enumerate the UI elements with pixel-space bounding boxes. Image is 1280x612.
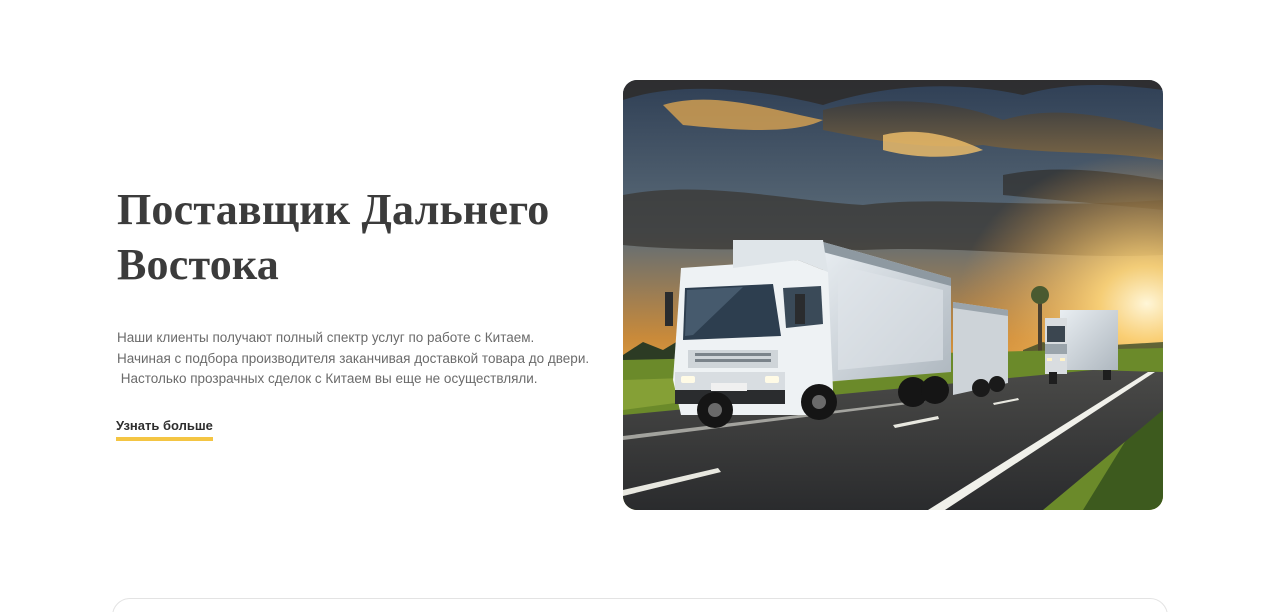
hero-description: Наши клиенты получают полный спектр услу…	[117, 328, 597, 390]
page: Поставщик Дальнего Востока Наши клиенты …	[0, 0, 1280, 612]
learn-more-link[interactable]: Узнать больше	[116, 418, 213, 441]
trucks-sunset-illustration	[623, 80, 1163, 510]
hero-image	[623, 80, 1163, 510]
hero-description-line: Начиная с подбора производителя заканчив…	[117, 350, 590, 366]
next-section-card	[112, 598, 1168, 612]
hero-title: Поставщик Дальнего Востока	[117, 185, 550, 289]
hero-description-line: Наши клиенты получают полный спектр услу…	[117, 330, 535, 345]
hero-description-line: Настолько прозрачных сделок с Китаем вы …	[117, 371, 538, 386]
